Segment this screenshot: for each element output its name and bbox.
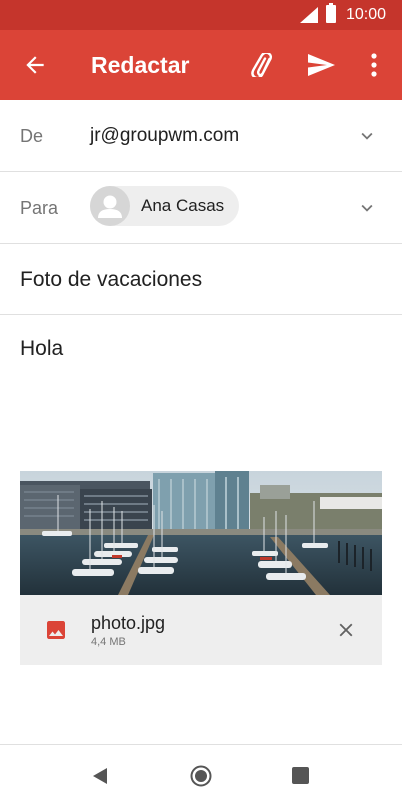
battery-icon xyxy=(326,3,336,23)
recipient-chip[interactable]: Ana Casas xyxy=(90,186,239,226)
app-bar: Redactar xyxy=(0,30,402,100)
image-icon xyxy=(47,621,65,639)
attachment-photo-preview xyxy=(20,471,382,595)
page-title: Redactar xyxy=(91,52,190,78)
attachment-filesize: 4,4 MB xyxy=(91,636,126,648)
nav-back-icon[interactable] xyxy=(92,767,108,785)
paperclip-icon[interactable] xyxy=(246,53,276,77)
from-account[interactable]: jr@groupwm.com xyxy=(90,125,239,147)
chevron-down-icon[interactable] xyxy=(356,125,378,147)
avatar xyxy=(90,186,130,226)
attachment-card[interactable]: photo.jpg 4,4 MB xyxy=(20,471,382,665)
to-label: Para xyxy=(20,198,59,218)
from-row: De jr@groupwm.com xyxy=(0,100,402,172)
send-icon[interactable] xyxy=(306,53,336,77)
chevron-down-icon[interactable] xyxy=(356,197,378,219)
system-nav-bar xyxy=(0,744,402,804)
subject-row[interactable]: Foto de vacaciones xyxy=(0,244,402,315)
recipient-name: Ana Casas xyxy=(141,196,225,215)
person-icon xyxy=(98,195,122,218)
attachment-filename: photo.jpg xyxy=(91,613,166,633)
message-body[interactable]: Hola xyxy=(20,337,63,361)
signal-icon xyxy=(300,7,318,23)
from-label: De xyxy=(20,126,44,146)
close-icon[interactable] xyxy=(335,619,357,641)
nav-recents-icon[interactable] xyxy=(292,767,309,784)
to-row: Para Ana Casas xyxy=(0,172,402,244)
back-arrow-icon[interactable] xyxy=(22,52,48,78)
status-bar: 10:00 xyxy=(0,0,402,30)
status-time: 10:00 xyxy=(346,6,387,23)
subject-field[interactable]: Foto de vacaciones xyxy=(20,268,202,292)
nav-home-icon[interactable] xyxy=(190,765,212,787)
more-vert-icon[interactable] xyxy=(362,51,386,79)
